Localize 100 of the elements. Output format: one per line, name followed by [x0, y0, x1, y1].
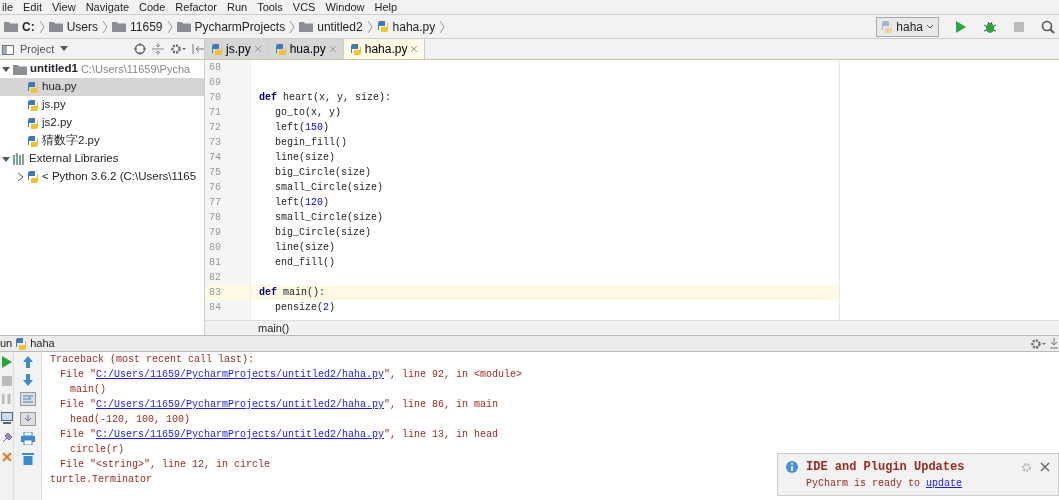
tree-item-label[interactable]: 猜数字2.py [42, 132, 100, 150]
tree-item-label[interactable]: js.py [42, 96, 66, 114]
menu-item[interactable]: Edit [23, 0, 42, 14]
chevron-icon [366, 19, 373, 34]
console-line: File "C:/Users/11659/PycharmProjects/untitled2/haha.py", line 13, in head [59, 429, 499, 440]
python-file-icon [349, 42, 362, 56]
close-icon[interactable] [1, 452, 12, 462]
menu-item[interactable]: Run [226, 0, 248, 14]
settings-icon[interactable] [1030, 337, 1046, 350]
run-tab-label[interactable]: haha [30, 335, 55, 352]
line-number: 83 [205, 285, 250, 300]
line-number: 70 [208, 91, 222, 105]
python-logo-icon [881, 20, 894, 33]
panel-title[interactable]: un [0, 335, 13, 352]
panel-title[interactable]: Project [20, 40, 55, 58]
menu-item[interactable]: Navigate [85, 0, 130, 14]
code-line: big_Circle(size) [275, 226, 371, 240]
line-number: 69 [208, 76, 222, 90]
menu-item[interactable]: Window [325, 0, 365, 14]
notification-text: PyCharm is ready to update [806, 478, 963, 489]
code-line: go_to(x, y) [275, 106, 341, 120]
notification-title: IDE and Plugin Updates [806, 459, 965, 476]
editor-breadcrumb[interactable]: main() [205, 320, 1059, 335]
hide-panel-icon[interactable] [192, 43, 204, 55]
folder-icon [112, 21, 126, 32]
locate-icon[interactable] [134, 43, 146, 55]
code-line: small_Circle(size) [275, 181, 384, 195]
run-icon[interactable] [1, 356, 12, 368]
menu-item[interactable]: Refactor [175, 0, 217, 14]
console-line: File "C:/Users/11659/PycharmProjects/untitled2/haha.py", line 92, in <module> [59, 369, 523, 380]
search-icon[interactable] [1041, 19, 1055, 34]
python-file-icon [27, 80, 39, 94]
close-icon[interactable] [410, 45, 419, 53]
folder-icon [48, 21, 63, 32]
up-arrow-icon[interactable] [21, 356, 34, 368]
breadcrumb-item[interactable]: Users [66, 17, 98, 36]
chevron-icon [102, 19, 108, 34]
folder-icon [13, 63, 27, 75]
breadcrumb-item[interactable]: 11659 [130, 17, 163, 36]
editor-tab[interactable]: haha.py [343, 39, 426, 59]
code-line: left(120) [275, 196, 330, 210]
file-link[interactable]: C:/Users/11659/PycharmProjects/untitled2/haha.py [96, 429, 385, 440]
editor-tab[interactable]: js.py [205, 39, 269, 59]
tree-item-label[interactable]: < Python 3.6.2 (C:\Users\1165 [42, 168, 197, 186]
pin-icon[interactable] [0, 432, 13, 444]
line-number: 75 [208, 166, 222, 180]
breadcrumb-item[interactable]: haha.py [392, 17, 436, 36]
run-configuration-dropdown[interactable]: haha [876, 16, 939, 37]
tree-item-label[interactable]: hua.py [42, 78, 77, 96]
bug-icon[interactable] [983, 19, 997, 34]
menu-item[interactable]: Tools [257, 0, 283, 14]
caret-icon [926, 23, 934, 30]
trash-icon[interactable] [21, 451, 34, 465]
line-number: 80 [208, 241, 222, 255]
soft-wrap-icon[interactable] [19, 392, 36, 406]
line-number: 72 [208, 121, 222, 135]
menu-item[interactable]: View [52, 0, 76, 14]
breadcrumb-item[interactable]: PycharmProjects [194, 17, 286, 36]
menu-item[interactable]: ile [2, 0, 13, 14]
expanded-arrow-icon[interactable] [2, 155, 10, 163]
chevron-icon [289, 19, 296, 34]
tree-item-label[interactable]: js2.py [42, 114, 73, 132]
update-link[interactable]: update [926, 478, 963, 489]
file-link[interactable]: C:/Users/11659/PycharmProjects/untitled2/haha.py [96, 369, 385, 380]
tree-item-label[interactable]: untitled1 [30, 60, 78, 78]
tree-item-label[interactable]: External Libraries [29, 150, 119, 168]
down-arrow-icon[interactable] [21, 374, 34, 386]
layout-icon[interactable] [0, 412, 13, 424]
folder-icon [4, 21, 18, 32]
breadcrumb-item[interactable]: untitled2 [317, 17, 363, 36]
console-line: main() [69, 384, 106, 395]
chevron-icon [439, 19, 446, 34]
menu-item[interactable]: Code [139, 0, 166, 14]
collapse-icon[interactable] [152, 43, 164, 55]
print-icon[interactable] [20, 432, 35, 445]
settings-icon[interactable] [170, 43, 186, 55]
hide-panel-icon[interactable] [1049, 337, 1059, 350]
python-file-icon [274, 42, 287, 56]
python-file-icon [211, 42, 223, 56]
expanded-arrow-icon[interactable] [2, 65, 10, 73]
breadcrumb-item[interactable]: C: [22, 17, 35, 36]
code-line: small_Circle(size) [275, 211, 384, 225]
line-number: 78 [208, 211, 222, 225]
caret-icon[interactable] [60, 46, 69, 52]
console-line: File "C:/Users/11659/PycharmProjects/untitled2/haha.py", line 86, in main [59, 399, 499, 410]
menu-item[interactable]: VCS [292, 0, 316, 14]
scroll-to-end-icon[interactable] [19, 412, 36, 426]
code-line: def main(): [259, 286, 326, 300]
line-number: 81 [208, 256, 222, 270]
python-file-icon [27, 98, 39, 112]
python-file-icon [27, 134, 39, 148]
line-number: 71 [208, 106, 222, 120]
line-number: 79 [208, 226, 222, 240]
python-logo-icon [27, 171, 39, 183]
editor-tab[interactable]: hua.py [268, 39, 344, 59]
python-file-icon [376, 20, 389, 33]
file-link[interactable]: C:/Users/11659/PycharmProjects/untitled2/haha.py [96, 399, 385, 410]
menu-item[interactable]: Help [374, 0, 398, 14]
run-icon[interactable] [955, 19, 967, 34]
close-icon[interactable] [1040, 462, 1050, 472]
